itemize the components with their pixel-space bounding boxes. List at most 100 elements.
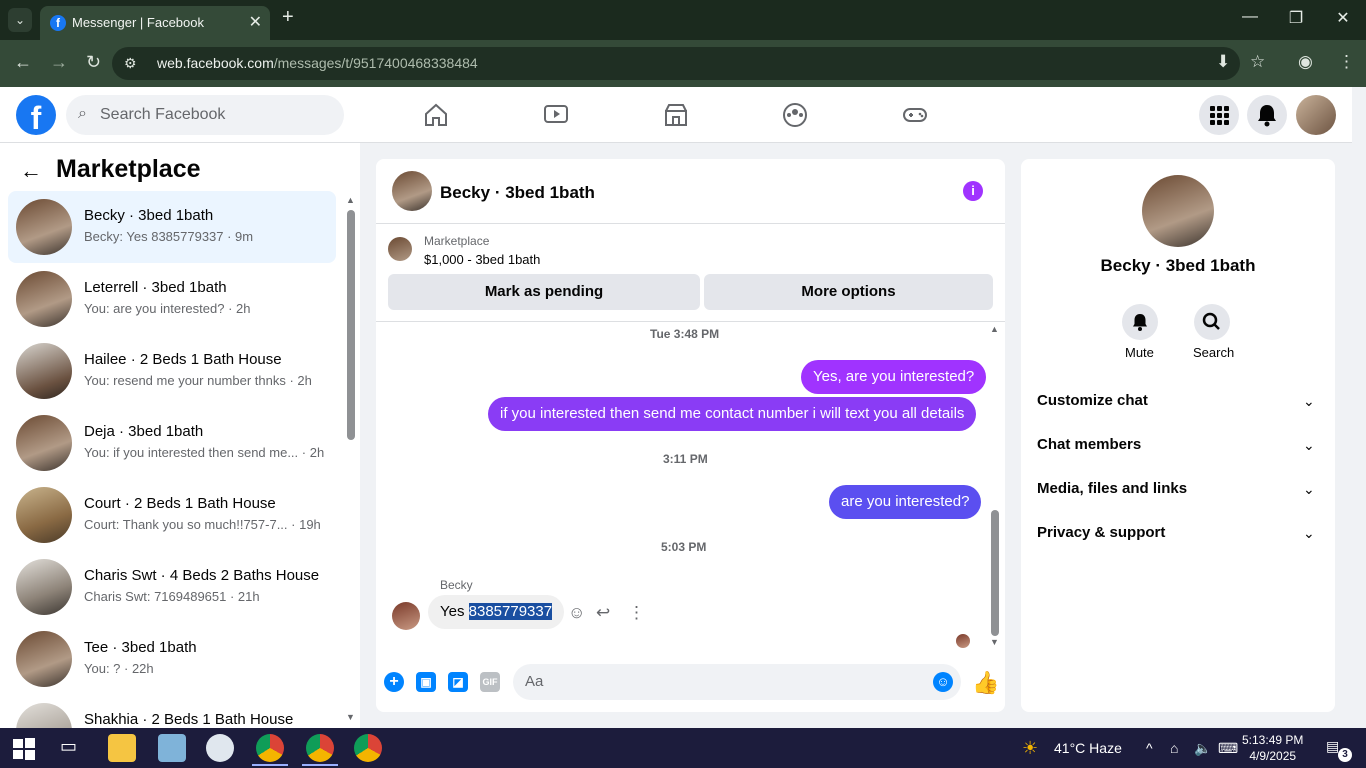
video-icon[interactable]	[542, 101, 570, 129]
conversation-item[interactable]: Deja · 3bed 1bath You: if you interested…	[8, 407, 336, 479]
avatar	[16, 559, 72, 615]
add-attachment-icon[interactable]: +	[384, 672, 404, 692]
react-emoji-icon[interactable]: ☺	[568, 603, 585, 623]
site-info-icon[interactable]: ⚙	[124, 55, 137, 72]
chrome-icon[interactable]	[306, 734, 334, 762]
weather-text[interactable]: 41°C Haze	[1054, 740, 1122, 756]
chevron-down-icon[interactable]: ⌄	[1303, 437, 1315, 454]
network-icon[interactable]: ⌂	[1170, 740, 1178, 756]
sticker-icon[interactable]: ◪	[448, 672, 468, 692]
mute-button[interactable]	[1122, 304, 1158, 340]
close-window-icon[interactable]: ✕	[1329, 8, 1357, 28]
close-tab-icon[interactable]: ✕	[249, 12, 262, 32]
incoming-message[interactable]: Yes 8385779337	[428, 595, 565, 629]
outgoing-message[interactable]: Yes, are you interested?	[801, 360, 987, 394]
conversation-item[interactable]: Tee · 3bed 1bath You: ? · 22h	[8, 623, 336, 695]
browser-tab[interactable]: f Messenger | Facebook ✕	[40, 6, 270, 40]
selected-phone-number[interactable]: 8385779337	[468, 603, 553, 620]
message-input[interactable]: Aa	[513, 664, 961, 700]
chat-scroll-up-icon[interactable]: ▲	[990, 324, 999, 334]
chat-members-section[interactable]: Chat members	[1037, 436, 1141, 453]
language-icon[interactable]: ⌨	[1218, 740, 1238, 757]
gif-icon[interactable]: GIF	[480, 672, 500, 692]
conversation-item[interactable]: Hailee · 2 Beds 1 Bath House You: resend…	[8, 335, 336, 407]
chat-scrollbar[interactable]	[991, 510, 999, 636]
file-explorer-icon[interactable]	[108, 734, 136, 762]
chevron-down-icon[interactable]: ⌄	[1303, 481, 1315, 498]
menu-kebab-icon[interactable]: ⋮	[1338, 52, 1355, 72]
menu-grid-icon[interactable]	[1199, 95, 1239, 135]
chat-title[interactable]: Becky · 3bed 1bath	[440, 183, 595, 203]
groups-icon[interactable]	[781, 101, 809, 129]
conversation-list-scrollbar[interactable]	[347, 210, 355, 440]
more-options-button[interactable]: More options	[704, 274, 993, 310]
chrome-icon[interactable]	[256, 734, 284, 762]
home-icon[interactable]	[422, 101, 450, 129]
conversation-preview: You: resend me your number thnks · 2h	[84, 373, 312, 388]
snipping-tool-icon[interactable]	[206, 734, 234, 762]
chat-scroll-down-icon[interactable]: ▼	[990, 637, 999, 647]
facebook-logo-icon[interactable]: f	[16, 95, 56, 136]
notification-count-badge: 3	[1338, 748, 1352, 762]
volume-icon[interactable]: 🔈	[1194, 740, 1211, 757]
notepad-icon[interactable]	[158, 734, 186, 762]
url-text[interactable]: web.facebook.com/messages/t/951740046833…	[157, 55, 478, 71]
sender-avatar[interactable]	[392, 602, 420, 630]
outgoing-message[interactable]: if you interested then send me contact n…	[488, 397, 977, 431]
photo-icon[interactable]: ▣	[416, 672, 436, 692]
profile-avatar[interactable]	[1142, 175, 1214, 247]
listing-thumbnail[interactable]	[388, 237, 412, 261]
profile-icon[interactable]: ◉	[1298, 52, 1313, 72]
search-in-chat-button[interactable]	[1194, 304, 1230, 340]
conversation-item[interactable]: Charis Swt · 4 Beds 2 Baths House Charis…	[8, 551, 336, 623]
install-app-icon[interactable]: ⬇	[1216, 52, 1230, 72]
listing-title[interactable]: $1,000 - 3bed 1bath	[424, 252, 540, 267]
chat-avatar[interactable]	[392, 171, 432, 211]
customize-chat-section[interactable]: Customize chat	[1037, 392, 1148, 409]
mark-as-pending-button[interactable]: Mark as pending	[388, 274, 700, 310]
page-scrollbar[interactable]	[1352, 87, 1366, 728]
task-view-icon[interactable]: ▭	[60, 736, 77, 757]
conversation-item[interactable]: Shakhia · 2 Beds 1 Bath House	[8, 695, 336, 728]
conversation-preview: You: ? · 22h	[84, 661, 154, 676]
chrome-icon[interactable]	[354, 734, 382, 762]
scroll-up-arrow-icon[interactable]: ▲	[346, 195, 355, 205]
search-input[interactable]: ⌕ Search Facebook	[66, 95, 344, 135]
more-actions-icon[interactable]: ⋮	[628, 603, 645, 623]
windows-start-icon[interactable]	[12, 737, 36, 761]
reply-icon[interactable]: ↩	[596, 603, 610, 623]
outgoing-message[interactable]: are you interested?	[829, 485, 982, 519]
conversation-name: Court · 2 Beds 1 Bath House	[84, 495, 276, 512]
time: 5:13:49 PM	[1242, 733, 1304, 747]
back-icon[interactable]: ←	[14, 52, 32, 73]
bookmark-star-icon[interactable]: ☆	[1250, 52, 1265, 72]
back-arrow-icon[interactable]: ←	[20, 158, 42, 184]
forward-icon[interactable]: →	[50, 52, 68, 73]
account-avatar[interactable]	[1296, 95, 1336, 135]
magnifier-icon	[1202, 312, 1220, 330]
privacy-support-section[interactable]: Privacy & support	[1037, 524, 1165, 541]
chevron-down-icon[interactable]: ⌄	[1303, 525, 1315, 542]
reload-icon[interactable]: ↻	[86, 52, 101, 73]
thumbs-up-icon[interactable]: 👍	[972, 670, 999, 696]
media-files-links-section[interactable]: Media, files and links	[1037, 480, 1187, 497]
emoji-icon[interactable]: ☺	[933, 672, 953, 692]
chevron-down-icon[interactable]: ⌄	[1303, 393, 1315, 410]
conversation-item[interactable]: Leterrell · 3bed 1bath You: are you inte…	[8, 263, 336, 335]
tab-search-dropdown-icon[interactable]: ⌄	[8, 8, 32, 32]
conversation-preview: Charis Swt: 7169489651 · 21h	[84, 589, 260, 604]
facebook-favicon-icon: f	[50, 15, 66, 31]
haze-weather-icon[interactable]: ☀	[1022, 738, 1038, 759]
marketplace-icon[interactable]	[662, 101, 690, 129]
notifications-bell-icon[interactable]	[1247, 95, 1287, 135]
info-icon[interactable]: i	[963, 181, 983, 201]
restore-icon[interactable]: ❐	[1282, 8, 1310, 28]
show-hidden-icons-icon[interactable]: ^	[1146, 740, 1153, 756]
conversation-item[interactable]: Court · 2 Beds 1 Bath House Court: Thank…	[8, 479, 336, 551]
clock[interactable]: 5:13:49 PM 4/9/2025	[1242, 732, 1303, 764]
gaming-icon[interactable]	[901, 101, 929, 129]
minimize-icon[interactable]: —	[1236, 8, 1264, 26]
conversation-item[interactable]: Becky · 3bed 1bath Becky: Yes 8385779337…	[8, 191, 336, 263]
new-tab-icon[interactable]: +	[282, 6, 294, 29]
scroll-down-arrow-icon[interactable]: ▼	[346, 712, 355, 722]
